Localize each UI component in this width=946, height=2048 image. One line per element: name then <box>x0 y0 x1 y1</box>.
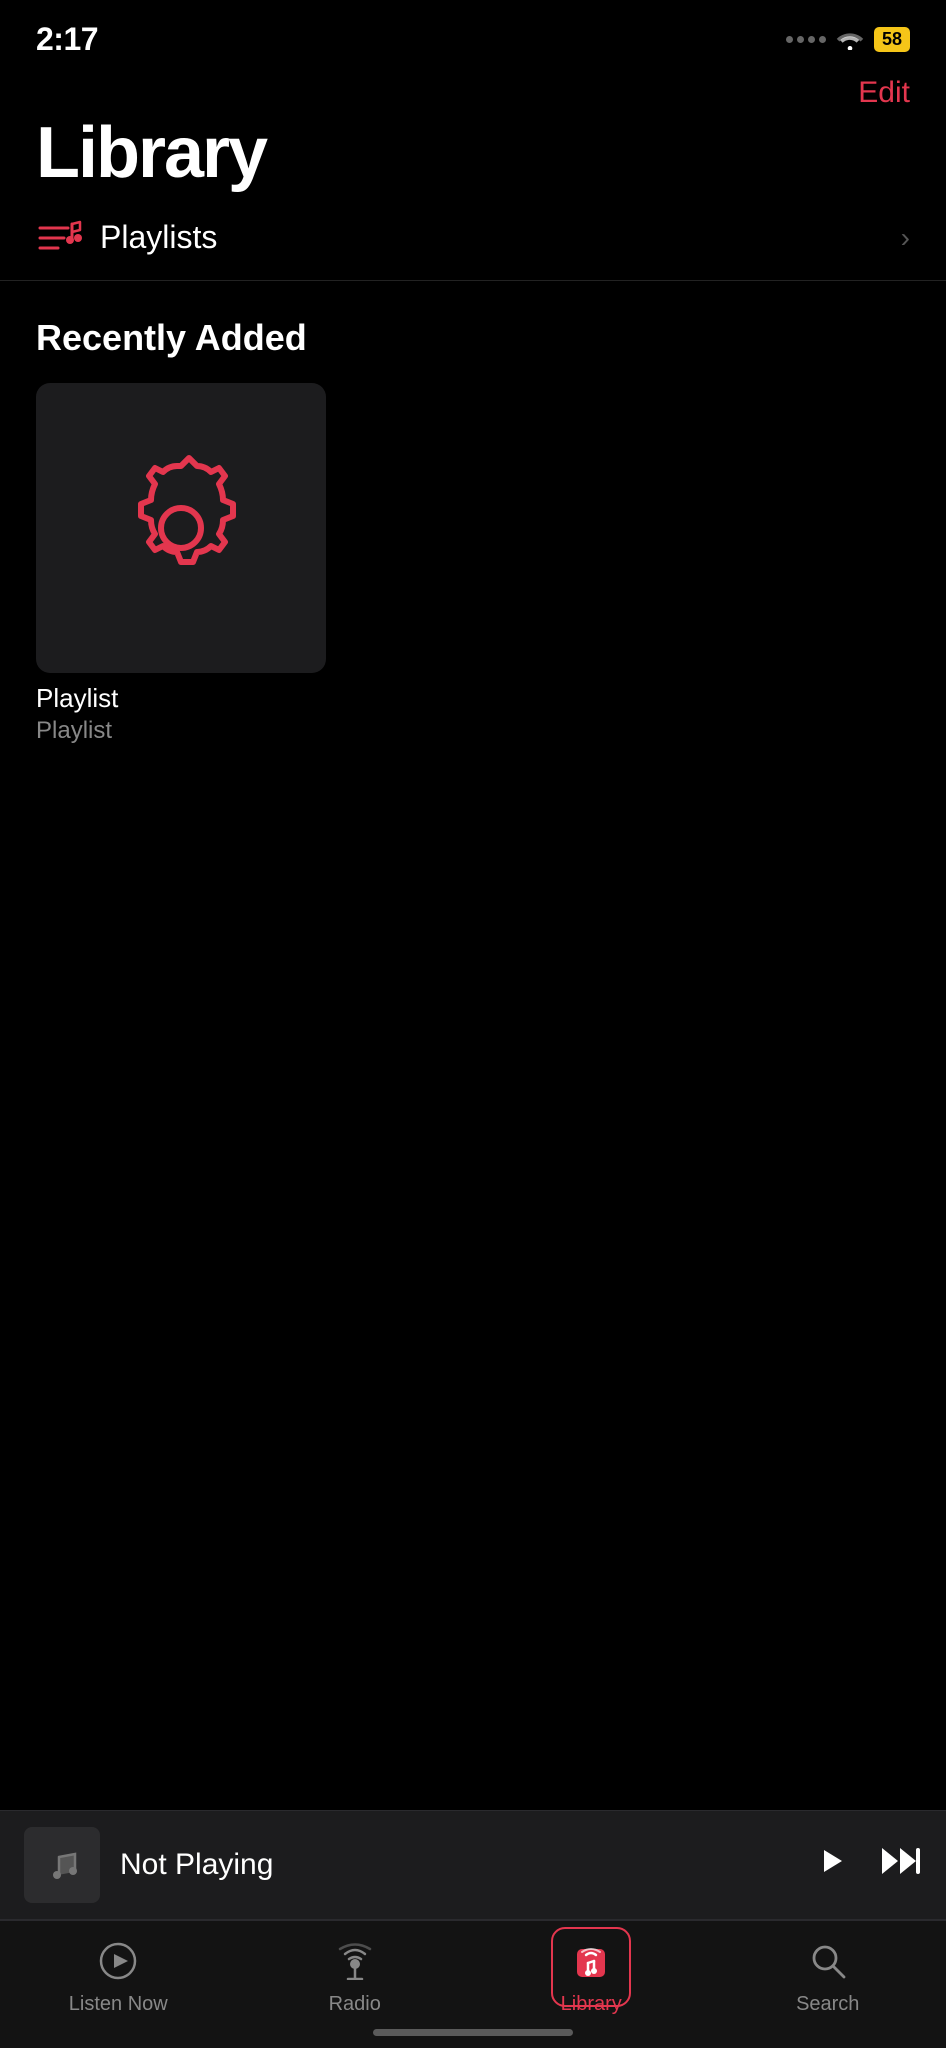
mini-player-controls <box>812 1842 922 1889</box>
playlist-music-icon <box>36 218 82 258</box>
status-icons: 58 <box>786 27 910 52</box>
mini-play-button[interactable] <box>812 1842 850 1889</box>
recently-added-title: Recently Added <box>0 281 946 383</box>
signal-icon <box>786 36 826 43</box>
album-title: Playlist <box>36 683 326 714</box>
mini-player-title: Not Playing <box>120 1848 792 1882</box>
tab-library[interactable]: Library <box>473 1935 710 2016</box>
mini-player[interactable]: Not Playing <box>0 1810 946 1920</box>
tab-search-label: Search <box>796 1993 859 2016</box>
playlists-label: Playlists <box>100 219 217 256</box>
playlists-row[interactable]: Playlists › <box>0 192 946 281</box>
chevron-right-icon: › <box>901 222 910 254</box>
tab-radio[interactable]: Radio <box>237 1935 474 2016</box>
status-bar: 2:17 58 <box>0 0 946 60</box>
home-indicator <box>373 2029 573 2036</box>
header: Edit <box>0 60 946 110</box>
tab-listen-now-label: Listen Now <box>69 1993 168 2016</box>
mini-fast-forward-button[interactable] <box>880 1844 922 1886</box>
wifi-icon <box>836 28 864 50</box>
play-circle-icon <box>92 1935 144 1987</box>
tab-radio-label: Radio <box>329 1993 381 2016</box>
tab-search[interactable]: Search <box>710 1935 946 2016</box>
tab-listen-now[interactable]: Listen Now <box>0 1935 237 2016</box>
album-subtitle: Playlist <box>36 717 326 745</box>
battery-level: 58 <box>882 29 902 50</box>
status-time: 2:17 <box>36 21 98 58</box>
page-title: Library <box>0 110 946 192</box>
music-note-icon <box>44 1847 80 1883</box>
album-art <box>36 383 326 673</box>
album-grid: Playlist Playlist <box>0 383 946 745</box>
battery-indicator: 58 <box>874 27 910 52</box>
radio-icon <box>329 1935 381 1987</box>
gear-icon <box>101 448 261 608</box>
search-icon <box>802 1935 854 1987</box>
tab-active-bg <box>551 1927 631 2007</box>
mini-player-art <box>24 1827 100 1903</box>
album-item[interactable]: Playlist Playlist <box>36 383 326 745</box>
edit-button[interactable]: Edit <box>858 76 910 110</box>
